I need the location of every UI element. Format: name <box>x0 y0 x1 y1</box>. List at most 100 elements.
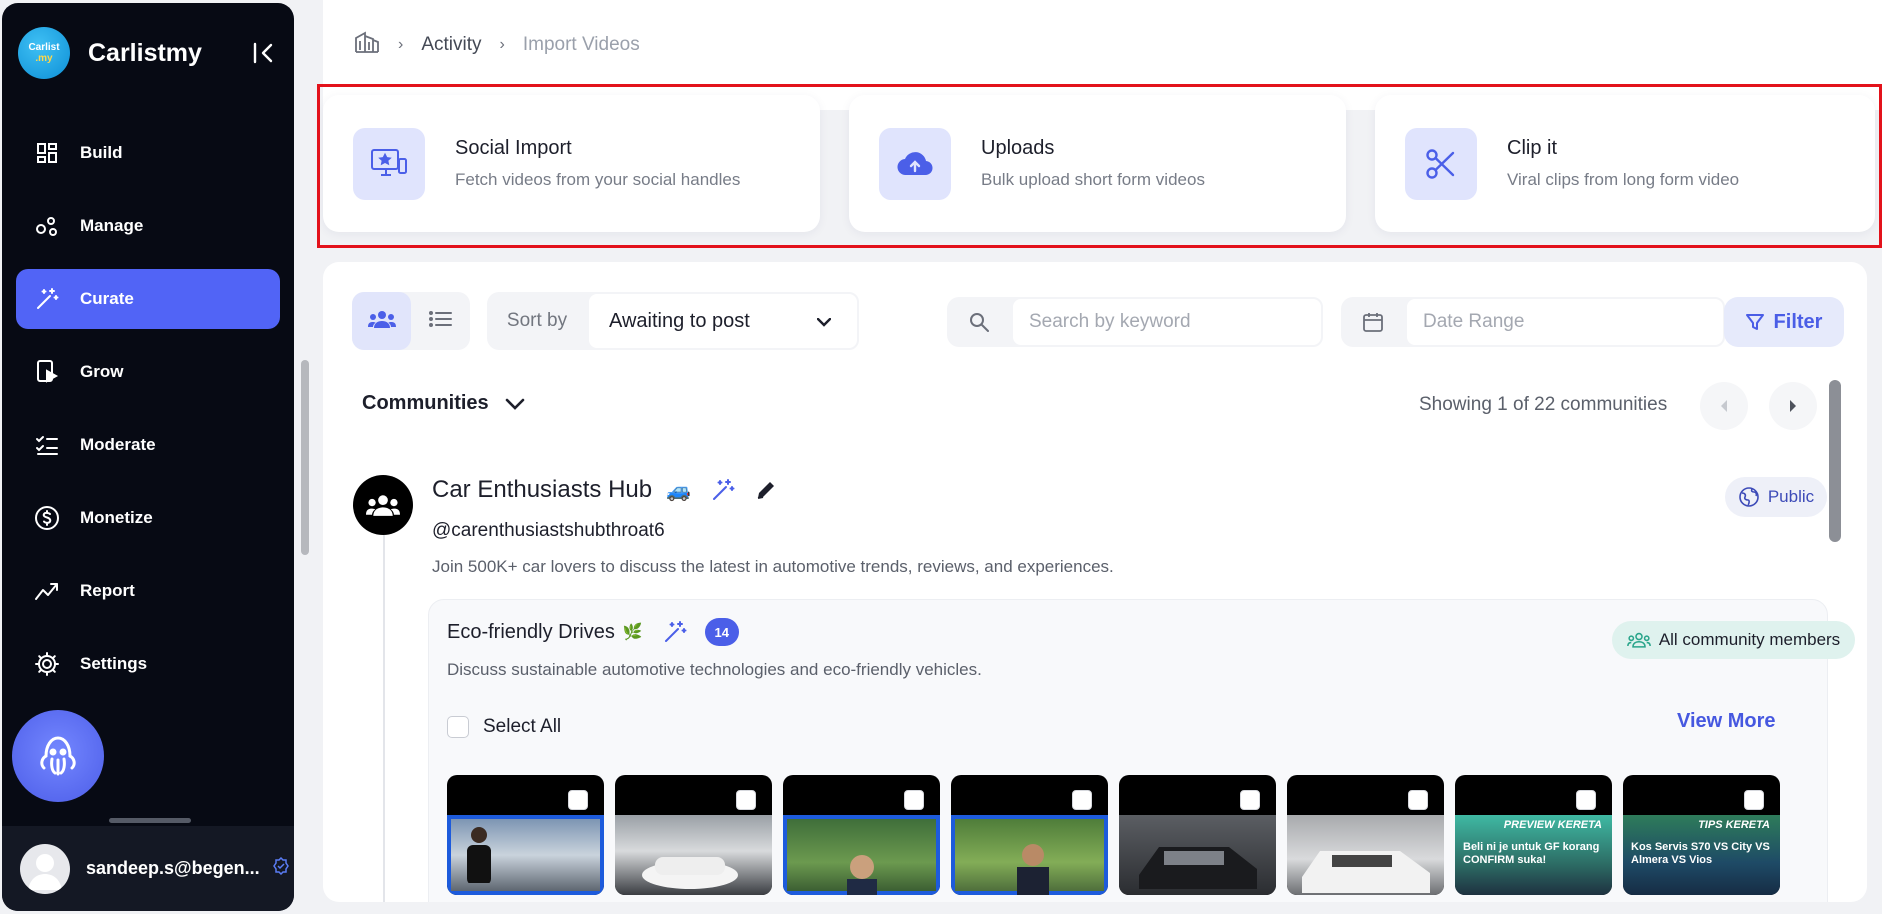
video-thumbnail[interactable]: PREVIEW KERETA Beli ni je untuk GF koran… <box>1455 775 1612 895</box>
sort-select[interactable]: Awaiting to post <box>587 292 859 350</box>
thumbnail-checkbox[interactable] <box>1408 790 1428 810</box>
sidebar-item-label: Manage <box>80 216 144 235</box>
sub-community-card: Eco-friendly Drives 🌿 14 Discuss sustain… <box>428 599 1855 902</box>
octopus-assistant-icon[interactable] <box>12 710 104 802</box>
play-screen-icon <box>34 359 60 385</box>
sidebar-item-monetize[interactable]: Monetize <box>16 488 280 548</box>
breadcrumb-separator: › <box>398 36 404 53</box>
sidebar-item-build[interactable]: Build <box>16 123 280 183</box>
magic-wand-icon[interactable] <box>663 620 687 644</box>
view-toggle <box>352 292 470 350</box>
video-thumbnail[interactable] <box>1119 775 1276 895</box>
thumbnail-caption: Beli ni je untuk GF korang CONFIRM suka! <box>1463 841 1600 866</box>
view-more-link[interactable]: View More <box>1677 710 1776 733</box>
date-range-input[interactable] <box>1405 297 1725 347</box>
thumbnail-image <box>1287 815 1444 895</box>
sub-community-header: Eco-friendly Drives 🌿 14 <box>447 618 739 646</box>
community-description: Join 500K+ car lovers to discuss the lat… <box>432 557 1114 576</box>
sort-control: Sort by Awaiting to post <box>487 292 859 350</box>
uploads-card[interactable]: Uploads Bulk upload short form videos <box>849 95 1346 232</box>
chevron-down-icon <box>816 310 832 333</box>
prev-page-button[interactable] <box>1700 382 1748 430</box>
thumbnail-checkbox[interactable] <box>568 790 588 810</box>
thumbnail-image: TIPS KERETA Kos Servis S70 VS City VS Al… <box>1623 815 1780 895</box>
search-input[interactable] <box>1011 297 1323 347</box>
app-logo: Carlist .my <box>18 27 70 79</box>
sidebar-item-report[interactable]: Report <box>16 561 280 621</box>
thumbnail-image <box>783 815 940 895</box>
visibility-badge: Public <box>1725 477 1827 517</box>
video-thumbnail[interactable] <box>951 775 1108 895</box>
list-view-button[interactable] <box>411 292 470 350</box>
community-view-button[interactable] <box>352 292 411 350</box>
date-range-box <box>1341 297 1725 347</box>
video-thumbnail[interactable] <box>783 775 940 895</box>
clip-it-card[interactable]: Clip it Viral clips from long form video <box>1375 95 1875 232</box>
sidebar-scrollbar[interactable] <box>301 360 309 555</box>
content-panel: Sort by Awaiting to post Filter Communit… <box>323 262 1867 902</box>
video-thumbnails: PREVIEW KERETA Beli ni je untuk GF koran… <box>447 775 1791 895</box>
sidebar-item-moderate[interactable]: Moderate <box>16 415 280 475</box>
sidebar-item-label: Report <box>80 581 135 600</box>
edit-pencil-icon[interactable] <box>755 479 777 501</box>
sidebar-item-manage[interactable]: Manage <box>16 196 280 256</box>
audience-label: All community members <box>1658 630 1841 649</box>
trend-chart-icon <box>34 578 60 604</box>
social-import-card[interactable]: Social Import Fetch videos from your soc… <box>323 95 820 232</box>
breadcrumb-separator: › <box>499 36 505 53</box>
gear-icon <box>34 651 60 677</box>
video-thumbnail[interactable]: TIPS KERETA Kos Servis S70 VS City VS Al… <box>1623 775 1780 895</box>
checkbox[interactable] <box>447 716 469 738</box>
video-thumbnail[interactable] <box>615 775 772 895</box>
communities-dropdown[interactable]: Communities <box>362 392 525 415</box>
card-subtitle: Bulk upload short form videos <box>981 170 1205 189</box>
scissors-icon <box>1405 127 1477 200</box>
sidebar: Carlist .my Carlistmy Build Manage Curate <box>2 3 294 911</box>
sort-value: Awaiting to post <box>609 309 750 332</box>
thumbnail-checkbox[interactable] <box>736 790 756 810</box>
user-profile[interactable]: sandeep.s@begen... <box>2 826 294 911</box>
magic-wand-icon[interactable] <box>711 478 735 502</box>
sidebar-item-grow[interactable]: Grow <box>16 342 280 402</box>
collapse-sidebar-icon[interactable] <box>252 41 276 65</box>
filter-button[interactable]: Filter <box>1724 297 1844 347</box>
sidebar-item-label: Monetize <box>80 508 153 527</box>
content-scrollbar[interactable] <box>1829 380 1841 542</box>
list-icon <box>428 310 453 333</box>
breadcrumb-import-videos: Import Videos <box>522 34 640 55</box>
breadcrumb-activity[interactable]: Activity <box>421 34 481 56</box>
app-name: Carlistmy <box>88 38 202 67</box>
calendar-icon[interactable] <box>1341 311 1405 333</box>
select-all-checkbox[interactable]: Select All <box>447 716 561 738</box>
car-emoji: 🚙 <box>666 479 692 502</box>
thumbnail-image <box>951 815 1108 895</box>
thumbnail-label: PREVIEW KERETA <box>1503 819 1602 831</box>
users-icon <box>1626 632 1651 648</box>
drag-handle[interactable] <box>109 818 191 823</box>
thumbnail-checkbox[interactable] <box>904 790 924 810</box>
card-subtitle: Fetch videos from your social handles <box>455 170 741 189</box>
community-handle: @carenthusiastshubthroat6 <box>432 520 665 541</box>
thumbnail-checkbox[interactable] <box>1240 790 1260 810</box>
thumbnail-label: TIPS KERETA <box>1698 819 1770 831</box>
video-thumbnail[interactable] <box>447 775 604 895</box>
sidebar-item-label: Grow <box>80 362 124 381</box>
search-icon <box>947 312 1011 332</box>
verified-badge-icon <box>272 856 290 880</box>
thumbnail-checkbox[interactable] <box>1072 790 1092 810</box>
thumbnail-checkbox[interactable] <box>1576 790 1596 810</box>
thumbnail-checkbox[interactable] <box>1744 790 1764 810</box>
card-subtitle: Viral clips from long form video <box>1507 170 1740 189</box>
sidebar-item-curate[interactable]: Curate <box>16 269 280 329</box>
avatar <box>20 843 70 894</box>
next-page-button[interactable] <box>1769 382 1817 430</box>
thumbnail-image <box>1119 815 1276 895</box>
community-name: Car Enthusiasts Hub <box>432 476 653 503</box>
thumbnail-image <box>447 815 604 895</box>
building-icon[interactable] <box>354 30 380 60</box>
sidebar-nav: Build Manage Curate Grow Moderate Moneti… <box>16 123 280 707</box>
thumbnail-image <box>615 815 772 895</box>
sidebar-item-settings[interactable]: Settings <box>16 634 280 694</box>
sidebar-item-label: Moderate <box>80 435 156 454</box>
video-thumbnail[interactable] <box>1287 775 1444 895</box>
